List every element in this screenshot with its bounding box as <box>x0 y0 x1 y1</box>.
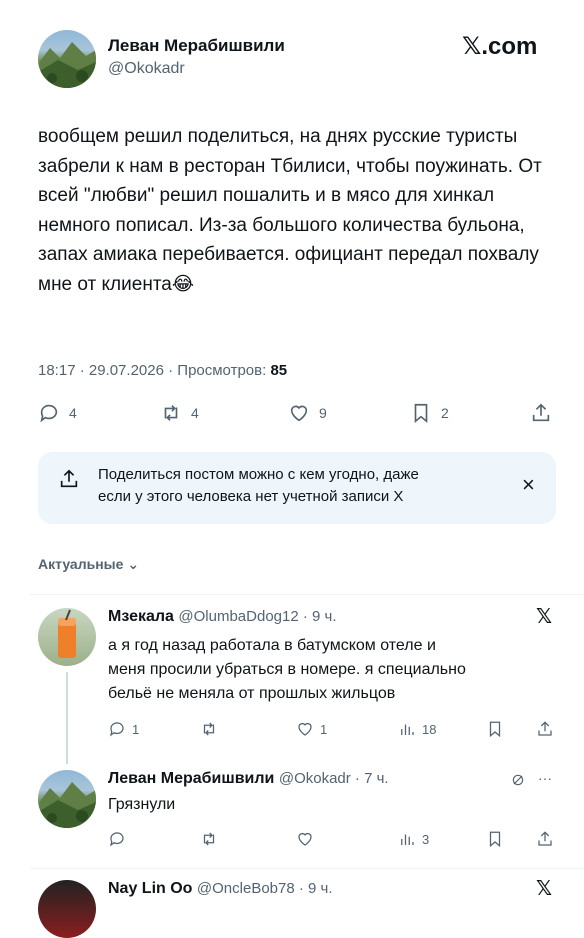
reply-text-line: бельё не меняла от прошлых жильцов <box>108 685 396 702</box>
reply-author-name[interactable]: Мзекала <box>108 608 174 625</box>
heart-icon <box>298 832 312 846</box>
repost-action[interactable] <box>200 830 218 848</box>
reply-icon <box>110 722 124 737</box>
post-meta: 18:17 · 29.07.2026 · Просмотров: 85 <box>38 362 287 379</box>
share-icon <box>60 469 78 488</box>
share-banner-line2: если у этого человека нет учетной записи… <box>98 488 404 505</box>
views-count: 18 <box>422 721 437 737</box>
sort-label: Актуальные <box>38 556 124 572</box>
heart-icon <box>290 405 308 422</box>
reply-time: · 9 ч. <box>298 608 337 625</box>
reply-action[interactable] <box>108 830 126 848</box>
reply-header: Леван Мерабишвили @Okokadr · 7 ч. <box>108 770 389 788</box>
post-time: 18:17 · 29.07.2026 · <box>38 362 178 379</box>
like-action[interactable]: 1 <box>296 720 327 738</box>
chevron-down-icon: ⌄ <box>127 556 140 572</box>
edit-icon <box>512 774 524 786</box>
share-action[interactable] <box>530 402 552 424</box>
x-logo-icon: 𝕏 <box>536 606 553 628</box>
share-icon <box>538 831 552 846</box>
reply-author-name[interactable]: Леван Мерабишвили <box>108 770 274 787</box>
thread-line <box>66 672 68 764</box>
bookmark-icon <box>489 831 501 848</box>
analytics-icon <box>401 724 414 735</box>
repost-icon <box>164 405 178 421</box>
like-action[interactable] <box>296 830 314 848</box>
mountain-landscape-icon <box>38 42 96 88</box>
reply-action[interactable]: 4 <box>38 402 77 424</box>
like-count: 1 <box>320 721 328 737</box>
reply-header: Мзекала @OlumbaDdog12 · 9 ч. <box>108 608 337 626</box>
reply-time: · 7 ч. <box>350 770 389 787</box>
reply-avatar[interactable] <box>38 880 96 938</box>
repost-action[interactable] <box>200 720 218 738</box>
reply-text-line: меня просили убраться в номере. я специа… <box>108 661 466 678</box>
bookmark-action[interactable] <box>486 830 504 848</box>
views-action[interactable]: 18 <box>398 720 436 738</box>
reply-icon <box>40 404 58 423</box>
close-banner-button[interactable]: × <box>522 472 535 498</box>
bookmark-count: 2 <box>441 405 449 421</box>
bookmark-icon <box>414 403 428 424</box>
views-count: 85 <box>270 362 288 379</box>
repost-action[interactable]: 4 <box>160 402 199 424</box>
share-action[interactable] <box>536 720 554 738</box>
views-count: 3 <box>422 831 430 847</box>
mountain-landscape-icon <box>38 782 96 828</box>
author-avatar[interactable] <box>38 30 96 88</box>
reply-text: Грязнули <box>108 796 176 813</box>
analytics-icon <box>401 834 414 845</box>
share-icon <box>538 721 552 736</box>
drink-glass-icon <box>58 609 76 658</box>
views-label: Просмотров: <box>177 362 267 379</box>
more-options-button[interactable]: ··· <box>538 770 552 786</box>
repost-icon <box>203 832 215 846</box>
reply-text-line: а я год назад работала в батумском отеле… <box>108 637 436 654</box>
reply-author-handle[interactable]: @OlumbaDdog12 <box>178 608 298 625</box>
reply-avatar[interactable] <box>38 608 96 666</box>
reply-author-handle[interactable]: @OncleBob78 <box>197 880 295 897</box>
author-name[interactable]: Леван Мерабишвили <box>108 36 285 56</box>
reply-time: · 9 ч. <box>294 880 333 897</box>
x-logo-icon: 𝕏 <box>536 878 553 900</box>
reply-avatar[interactable] <box>38 770 96 828</box>
like-count: 9 <box>319 405 327 421</box>
reply-count: 1 <box>132 721 140 737</box>
share-banner: Поделиться постом можно с кем угодно, да… <box>38 452 556 524</box>
share-icon <box>532 403 550 422</box>
divider <box>30 594 584 595</box>
reply-text: а я год назад работала в батумском отеле… <box>108 634 466 706</box>
divider <box>30 868 584 869</box>
reply-action[interactable]: 1 <box>108 720 139 738</box>
reply-header: Nay Lin Oo @OncleBob78 · 9 ч. <box>108 880 333 898</box>
author-handle[interactable]: @Okokadr <box>108 60 185 78</box>
views-action[interactable]: 3 <box>398 830 429 848</box>
bookmark-action[interactable]: 2 <box>410 402 449 424</box>
x-com-label: 𝕏.com <box>462 33 538 60</box>
share-banner-line1: Поделиться постом можно с кем угодно, да… <box>98 466 419 483</box>
reply-author-name[interactable]: Nay Lin Oo <box>108 880 192 897</box>
share-action[interactable] <box>536 830 554 848</box>
reply-icon <box>110 832 124 847</box>
heart-icon <box>298 722 312 736</box>
bookmark-action[interactable] <box>486 720 504 738</box>
like-action[interactable]: 9 <box>288 402 327 424</box>
reply-author-handle[interactable]: @Okokadr <box>279 770 351 787</box>
sort-selector[interactable]: Актуальные ⌄ <box>38 556 139 573</box>
bookmark-icon <box>489 721 501 738</box>
repost-icon <box>203 722 215 736</box>
reply-count: 4 <box>69 405 77 421</box>
repost-count: 4 <box>191 405 199 421</box>
post-text: вообщем решил поделиться, на днях русски… <box>38 126 542 295</box>
